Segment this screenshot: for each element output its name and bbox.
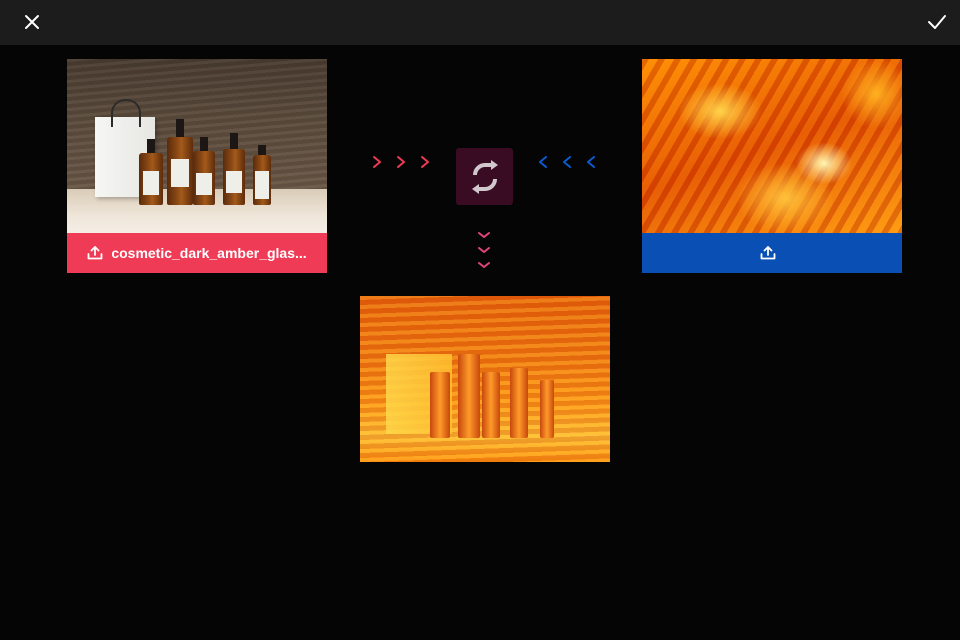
swap-icon	[471, 159, 498, 194]
arrows-left-blue	[538, 155, 598, 169]
upload-left-filename: cosmetic_dark_amber_glas...	[111, 245, 307, 261]
source-image-left-card[interactable]: cosmetic_dark_amber_glas...	[67, 59, 327, 273]
source-image-left	[67, 59, 327, 233]
arrows-right-red	[372, 155, 444, 169]
bottle	[193, 137, 215, 205]
source-image-right-card[interactable]	[642, 59, 902, 273]
confirm-button[interactable]	[921, 6, 953, 38]
arrows-down	[476, 230, 492, 274]
bottle	[253, 145, 271, 205]
upload-right-button[interactable]	[642, 233, 902, 273]
swap-button[interactable]	[456, 148, 513, 205]
bottle	[223, 133, 245, 205]
source-image-right	[642, 59, 902, 233]
check-icon	[928, 15, 946, 29]
upload-icon	[87, 246, 103, 260]
close-button[interactable]	[16, 6, 48, 38]
top-toolbar	[0, 0, 960, 45]
bottle	[139, 139, 163, 205]
bottle	[167, 119, 193, 205]
close-icon	[25, 15, 39, 29]
upload-left-button[interactable]: cosmetic_dark_amber_glas...	[67, 233, 327, 273]
result-image	[360, 296, 610, 462]
upload-icon	[760, 246, 776, 260]
